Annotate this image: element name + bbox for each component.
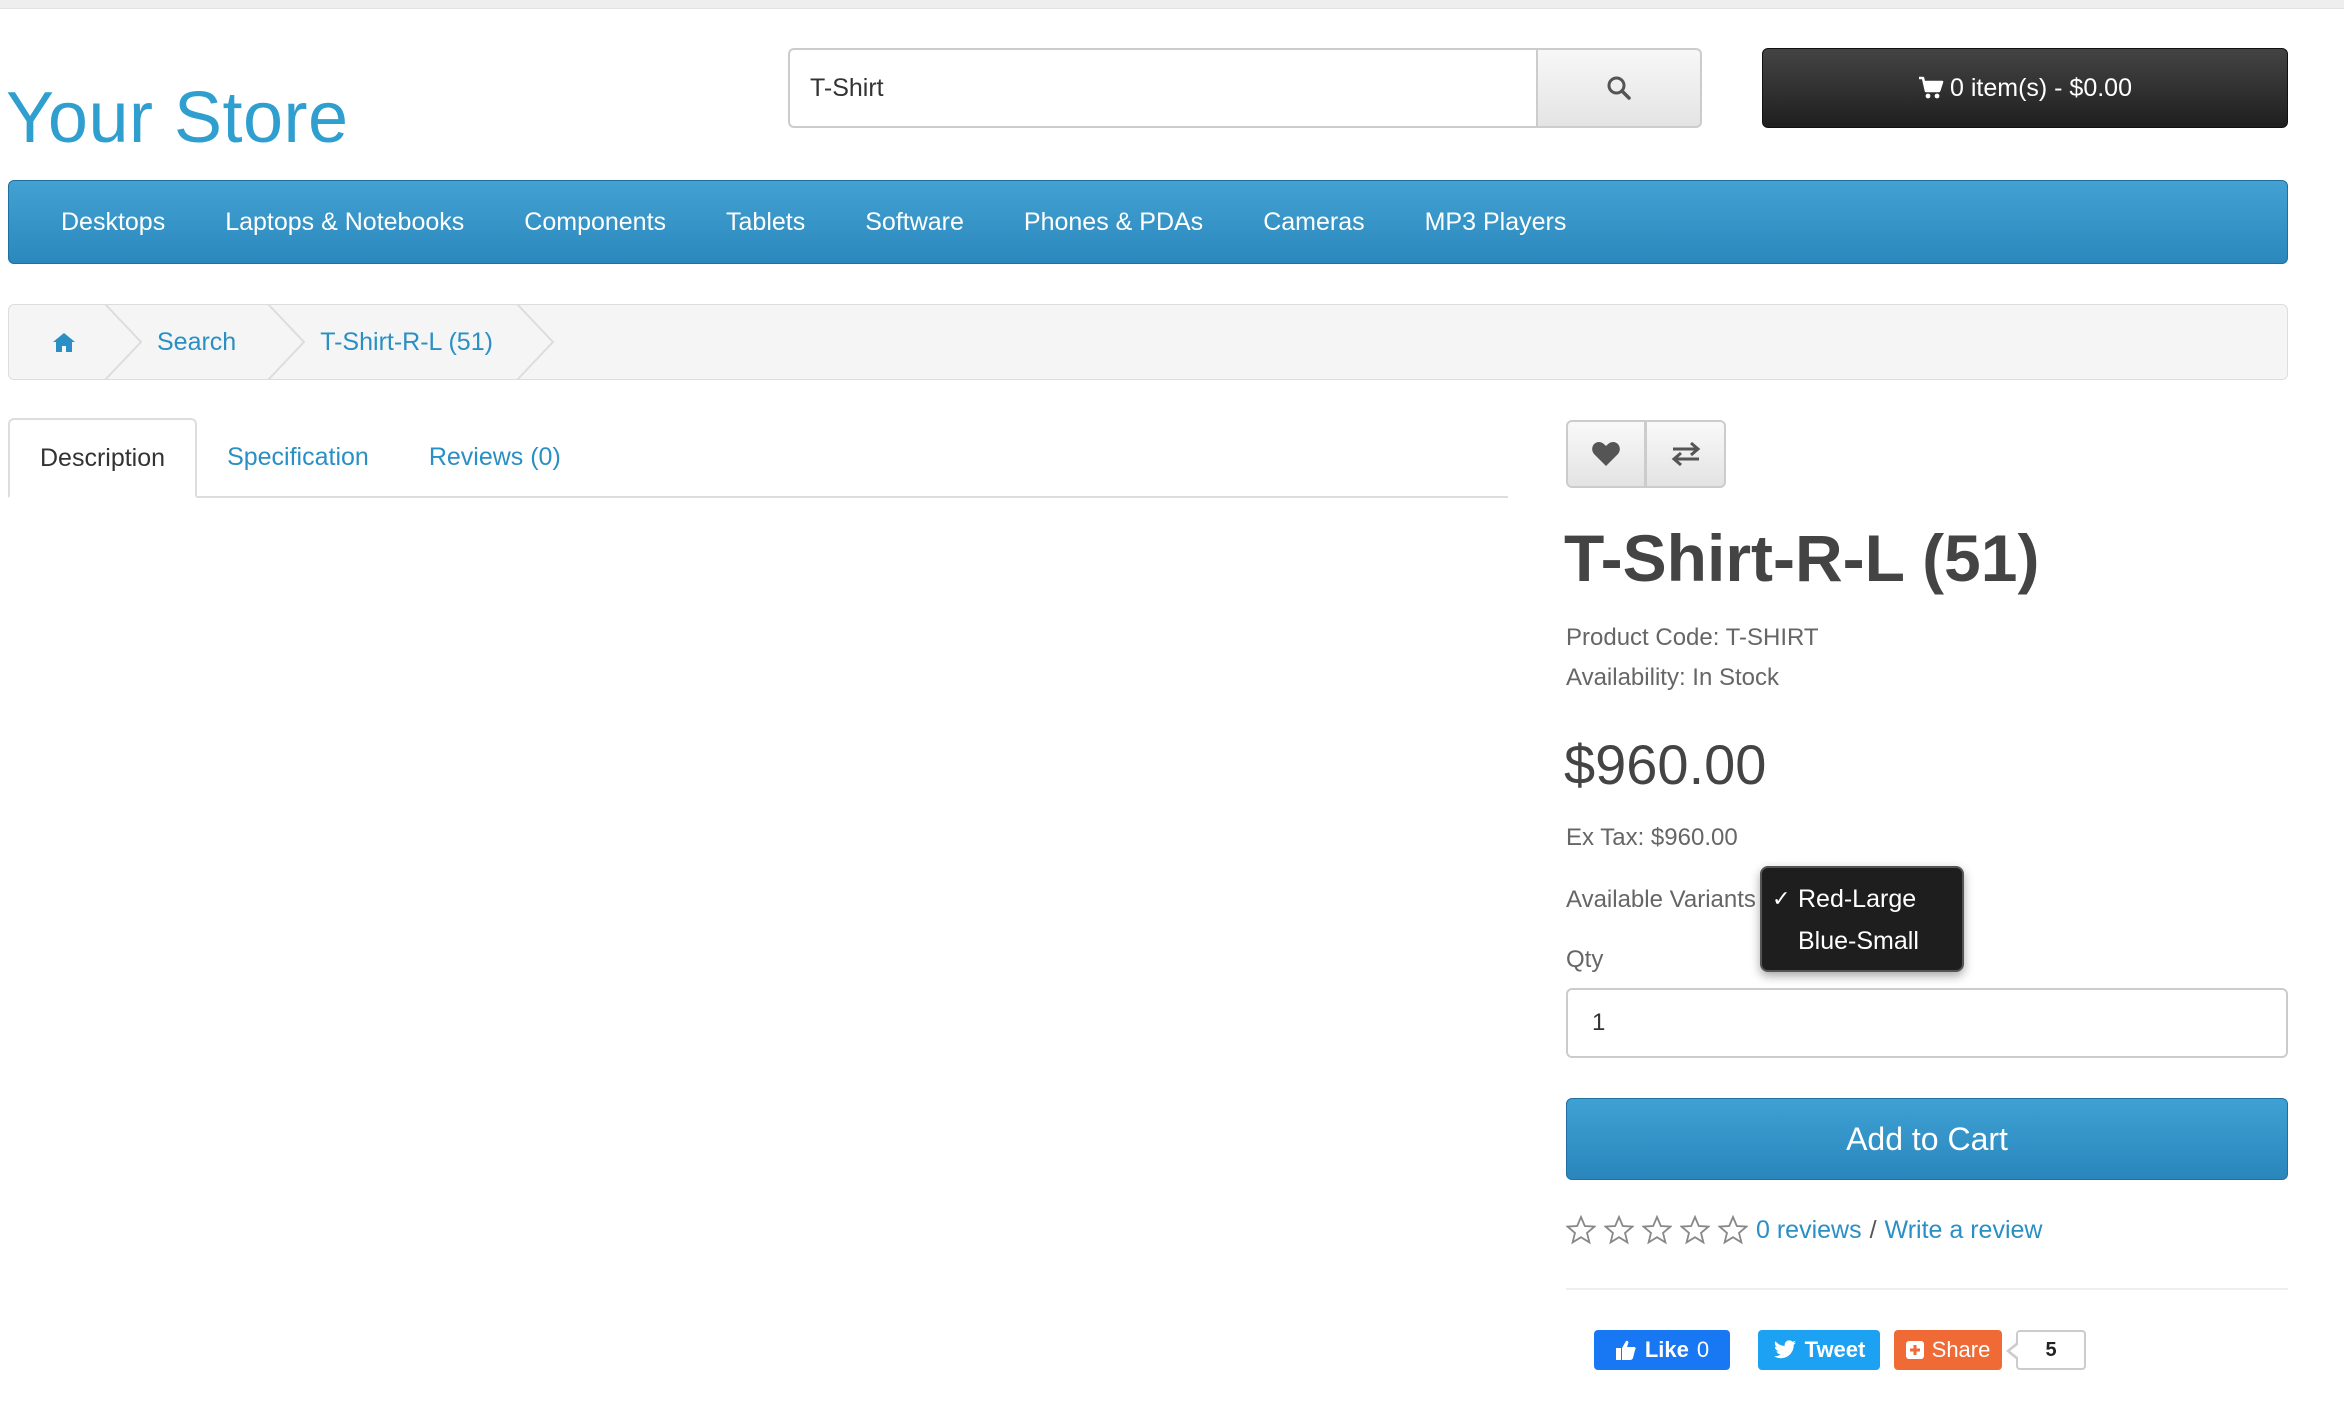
variants-dropdown[interactable]: ✓ Red-Large Blue-Small	[1760, 866, 1964, 972]
compare-button[interactable]	[1646, 420, 1726, 488]
breadcrumb-product[interactable]: T-Shirt-R-L (51)	[306, 305, 515, 379]
twitter-bird-icon	[1773, 1340, 1797, 1360]
shopping-cart-icon	[1918, 76, 1950, 100]
qty-label: Qty	[1566, 946, 1604, 973]
exchange-icon	[1671, 442, 1701, 466]
heart-icon	[1591, 441, 1621, 467]
breadcrumb-separator	[267, 305, 306, 379]
tweet-button[interactable]: Tweet	[1758, 1330, 1880, 1370]
plus-square-icon	[1905, 1341, 1924, 1359]
share-count-bubble: 5	[2006, 1330, 2086, 1370]
breadcrumb-home[interactable]	[9, 305, 103, 379]
star-empty-icon	[1718, 1215, 1748, 1245]
product-availability: Availability: In Stock	[1566, 664, 1779, 691]
product-actions	[1566, 420, 1726, 488]
add-to-cart-button[interactable]: Add to Cart	[1566, 1098, 2288, 1180]
search-bar	[788, 48, 1702, 128]
search-button[interactable]	[1536, 48, 1702, 128]
star-empty-icon	[1604, 1215, 1634, 1245]
menu-item-components[interactable]: Components	[524, 208, 666, 237]
category-menu: Desktops Laptops & Notebooks Components …	[8, 180, 2288, 264]
product-code: Product Code: T-SHIRT	[1566, 624, 1819, 651]
top-border	[0, 0, 2344, 9]
search-input[interactable]	[788, 48, 1536, 128]
menu-item-desktops[interactable]: Desktops	[61, 208, 165, 237]
menu-item-tablets[interactable]: Tablets	[726, 208, 805, 237]
cart-button[interactable]: 0 item(s) - $0.00	[1762, 48, 2288, 128]
variant-option-label: Red-Large	[1798, 884, 1917, 913]
store-logo[interactable]: Your Store	[6, 82, 349, 154]
quantity-input[interactable]	[1566, 988, 2288, 1058]
divider	[1566, 1288, 2288, 1290]
variant-option-label: Blue-Small	[1798, 926, 1919, 955]
breadcrumb-separator	[516, 305, 555, 379]
thumbs-up-icon	[1615, 1339, 1637, 1361]
tab-specification[interactable]: Specification	[197, 418, 399, 496]
check-icon: ✓	[1772, 886, 1791, 911]
star-empty-icon	[1642, 1215, 1672, 1245]
facebook-like-button[interactable]: Like 0	[1594, 1330, 1730, 1370]
product-price: $960.00	[1564, 733, 1767, 796]
star-empty-icon	[1566, 1215, 1596, 1245]
share-label: Share	[1931, 1337, 1991, 1362]
breadcrumb-search[interactable]: Search	[143, 305, 266, 379]
share-button[interactable]: Share	[1894, 1330, 2002, 1370]
ex-tax-price: Ex Tax: $960.00	[1566, 824, 1738, 851]
breadcrumb-separator	[104, 305, 143, 379]
variant-option-blue-small[interactable]: Blue-Small	[1762, 920, 1962, 962]
tweet-label: Tweet	[1804, 1337, 1866, 1362]
menu-item-mp3-players[interactable]: MP3 Players	[1425, 208, 1567, 237]
menu-item-cameras[interactable]: Cameras	[1263, 208, 1364, 237]
reviews-count-link[interactable]: 0 reviews	[1756, 1216, 1862, 1245]
search-icon	[1606, 75, 1632, 101]
like-label: Like	[1644, 1337, 1689, 1362]
tab-description[interactable]: Description	[8, 418, 198, 498]
product-tabs: Description Specification Reviews (0)	[8, 418, 1508, 498]
variant-option-red-large[interactable]: ✓ Red-Large	[1762, 878, 1962, 920]
reviews-separator: /	[1869, 1215, 1877, 1244]
write-review-link[interactable]: Write a review	[1885, 1216, 2043, 1245]
like-count: 0	[1696, 1337, 1710, 1362]
wishlist-button[interactable]	[1566, 420, 1646, 488]
breadcrumb: Search T-Shirt-R-L (51)	[8, 304, 2288, 380]
star-empty-icon	[1680, 1215, 1710, 1245]
menu-item-software[interactable]: Software	[865, 208, 964, 237]
product-title: T-Shirt-R-L (51)	[1564, 521, 2040, 595]
social-share-bar: Like 0 Tweet Share 5	[1594, 1330, 2086, 1370]
rating-row: 0 reviews / Write a review	[1566, 1212, 2042, 1248]
menu-item-phones-pdas[interactable]: Phones & PDAs	[1024, 208, 1203, 237]
menu-item-laptops-notebooks[interactable]: Laptops & Notebooks	[225, 208, 464, 237]
cart-label: 0 item(s) - $0.00	[1949, 73, 2132, 102]
variants-label: Available Variants	[1566, 886, 1756, 913]
home-icon	[51, 331, 77, 353]
tab-reviews[interactable]: Reviews (0)	[399, 418, 591, 496]
